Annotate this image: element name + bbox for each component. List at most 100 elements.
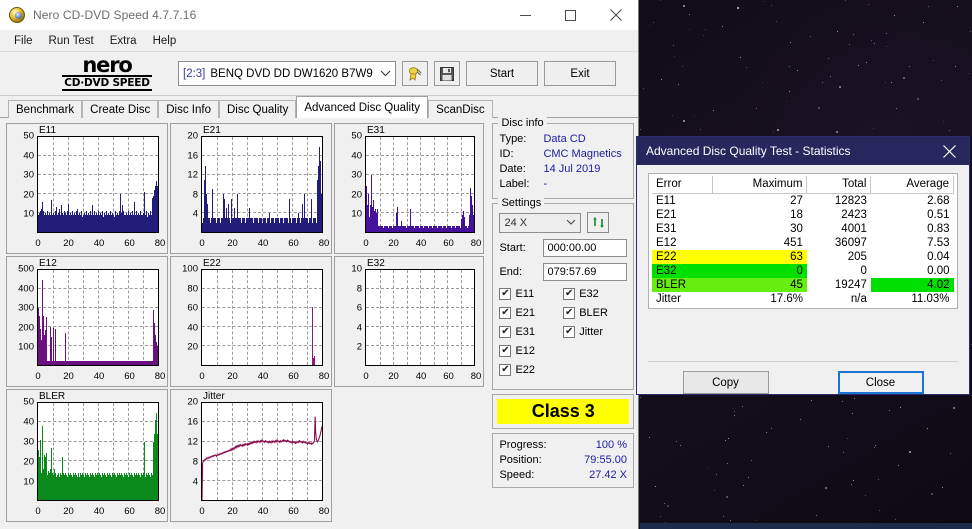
cell-error: E11 <box>656 195 676 207</box>
y-tick-label: 6 <box>356 302 362 314</box>
checkbox-spacer <box>563 364 627 376</box>
statistics-title-bar[interactable]: Advanced Disc Quality Test - Statistics <box>637 137 969 165</box>
drive-select[interactable]: [2:3] BENQ DVD DD DW1620 B7W9 <box>178 61 396 86</box>
x-tick-label: 80 <box>154 371 166 382</box>
table-row[interactable]: E22 63 205 0.04 <box>652 250 954 264</box>
table-row[interactable]: E32 0 0 0.00 <box>652 264 954 278</box>
minimize-icon[interactable] <box>503 0 548 30</box>
y-tick-label: 8 <box>192 456 198 468</box>
y-tick-label: 20 <box>23 456 34 468</box>
progress-row: Progress: 100 % <box>499 438 627 453</box>
title-bar[interactable]: Nero CD-DVD Speed 4.7.7.16 <box>0 0 638 30</box>
end-input[interactable]: 079:57.69 <box>543 263 627 281</box>
y-tick-label: 10 <box>351 263 362 275</box>
x-tick-label: 0 <box>35 238 41 249</box>
maximize-icon[interactable] <box>548 0 593 30</box>
x-tick-label: 0 <box>199 238 205 249</box>
speed-select[interactable]: 24 X <box>499 212 582 233</box>
toolbar: nero CD·DVD SPEED [2:3] BENQ DVD DD DW16… <box>0 52 638 96</box>
table-row[interactable]: E21 18 2423 0.51 <box>652 208 954 222</box>
close-icon[interactable] <box>929 137 969 165</box>
x-tick-label: 40 <box>93 371 105 382</box>
exit-button[interactable]: Exit <box>544 61 616 86</box>
start-label: Start: <box>499 242 526 254</box>
checkbox-e12[interactable]: ✔ E12 <box>499 345 563 357</box>
x-tick-label: 20 <box>388 371 399 382</box>
x-tick-label: 20 <box>63 371 74 382</box>
chart-row-3: BLER 10 20 30 40 50 0 20 40 60 80 Jitter 4 8 12 16 20 0 2… <box>6 389 488 522</box>
x-tick-label: 60 <box>443 371 454 382</box>
chevron-down-icon <box>380 69 391 79</box>
x-tick-label: 40 <box>93 506 105 517</box>
plot-area-e11 <box>37 136 159 233</box>
table-row[interactable]: E31 30 4001 0.83 <box>652 222 954 236</box>
checkbox-e21[interactable]: ✔ E21 <box>499 307 563 319</box>
y-tick-label: 40 <box>187 322 198 334</box>
y-tick-label: 30 <box>23 436 34 448</box>
cell-average: 0.04 <box>927 251 950 263</box>
disc-date-value: 14 Jul 2019 <box>543 163 601 175</box>
data-series-e21 <box>202 137 322 232</box>
y-tick-label: 40 <box>23 416 34 428</box>
cell-total: 205 <box>847 251 867 263</box>
x-tick-label: 60 <box>288 371 299 382</box>
copy-button[interactable]: Copy <box>682 371 769 394</box>
cell-average: 7.53 <box>927 237 950 249</box>
cell-maximum: 17.6% <box>770 293 803 305</box>
chart-bler: BLER 10 20 30 40 50 0 20 40 60 80 <box>6 389 168 522</box>
tab-advanced-disc-quality[interactable]: Advanced Disc Quality <box>296 96 429 118</box>
checkbox-e32[interactable]: ✔ E32 <box>563 288 627 300</box>
y-tick-label: 300 <box>18 302 34 314</box>
checkbox-e11[interactable]: ✔ E11 <box>499 288 563 300</box>
cell-maximum: 45 <box>712 278 807 292</box>
check-icon: ✔ <box>563 288 576 300</box>
disc-label-label: Label: <box>499 178 530 190</box>
checkbox-e31[interactable]: ✔ E31 <box>499 326 563 338</box>
floppy-save-button[interactable] <box>434 61 460 86</box>
taskbar[interactable] <box>640 523 972 529</box>
x-tick-label: 20 <box>227 371 238 382</box>
table-row[interactable]: Jitter 17.6% n/a 11.03% <box>652 292 954 306</box>
refresh-button[interactable] <box>587 212 610 233</box>
table-row[interactable]: E11 27 12823 2.68 <box>652 194 954 209</box>
cell-error: Jitter <box>656 293 681 305</box>
checkbox-bler[interactable]: ✔ BLER <box>563 307 627 319</box>
tab-disc-quality[interactable]: Disc Quality <box>219 100 297 118</box>
start-input[interactable]: 000:00.00 <box>543 239 627 257</box>
menu-item-file[interactable]: File <box>6 32 41 50</box>
speed-value: 27.42 X <box>589 469 627 481</box>
tab-scandisc[interactable]: ScanDisc <box>428 100 493 118</box>
disc-info-row: Type: Data CD <box>499 132 627 147</box>
menu-item-extra[interactable]: Extra <box>102 32 145 50</box>
disc-id-label: ID: <box>499 148 514 160</box>
y-tick-label: 50 <box>351 130 362 142</box>
class-result-box: Class 3 <box>492 394 634 429</box>
x-tick-label: 60 <box>124 506 135 517</box>
tab-benchmark[interactable]: Benchmark <box>8 100 83 118</box>
x-tick-label: 40 <box>257 238 269 249</box>
chart-row-2: E12 100 200 300 400 500 0 20 40 60 80 E22 20 40 60 80 1… <box>6 256 488 387</box>
chart-title-e31: E31 <box>367 125 385 136</box>
disc-id-value: CMC Magnetics <box>543 148 622 160</box>
close-icon[interactable] <box>593 0 638 30</box>
tab-disc-info[interactable]: Disc Info <box>158 100 219 118</box>
data-series-e12 <box>38 270 158 365</box>
table-row[interactable]: E12 451 36097 7.53 <box>652 236 954 250</box>
start-button[interactable]: Start <box>466 61 538 86</box>
plot-area-bler <box>37 402 159 501</box>
tab-create-disc[interactable]: Create Disc <box>82 100 159 118</box>
col-total: Total <box>806 176 872 194</box>
eject-disc-button[interactable] <box>402 61 428 86</box>
table-row[interactable]: BLER 45 19247 4.02 <box>652 278 954 292</box>
close-button[interactable]: Close <box>837 371 924 394</box>
menu-item-run-test[interactable]: Run Test <box>41 32 102 50</box>
chart-jitter: Jitter 4 8 12 16 20 0 20 40 60 80 <box>170 389 332 522</box>
checkbox-e22[interactable]: ✔ E22 <box>499 364 563 376</box>
menu-item-help[interactable]: Help <box>145 32 185 50</box>
y-tick-label: 12 <box>187 436 198 448</box>
y-tick-label: 50 <box>23 130 34 142</box>
x-tick-label: 60 <box>288 238 299 249</box>
x-tick-label: 80 <box>154 238 166 249</box>
checkbox-jitter[interactable]: ✔ Jitter <box>563 326 627 338</box>
x-tick-label: 60 <box>124 371 135 382</box>
